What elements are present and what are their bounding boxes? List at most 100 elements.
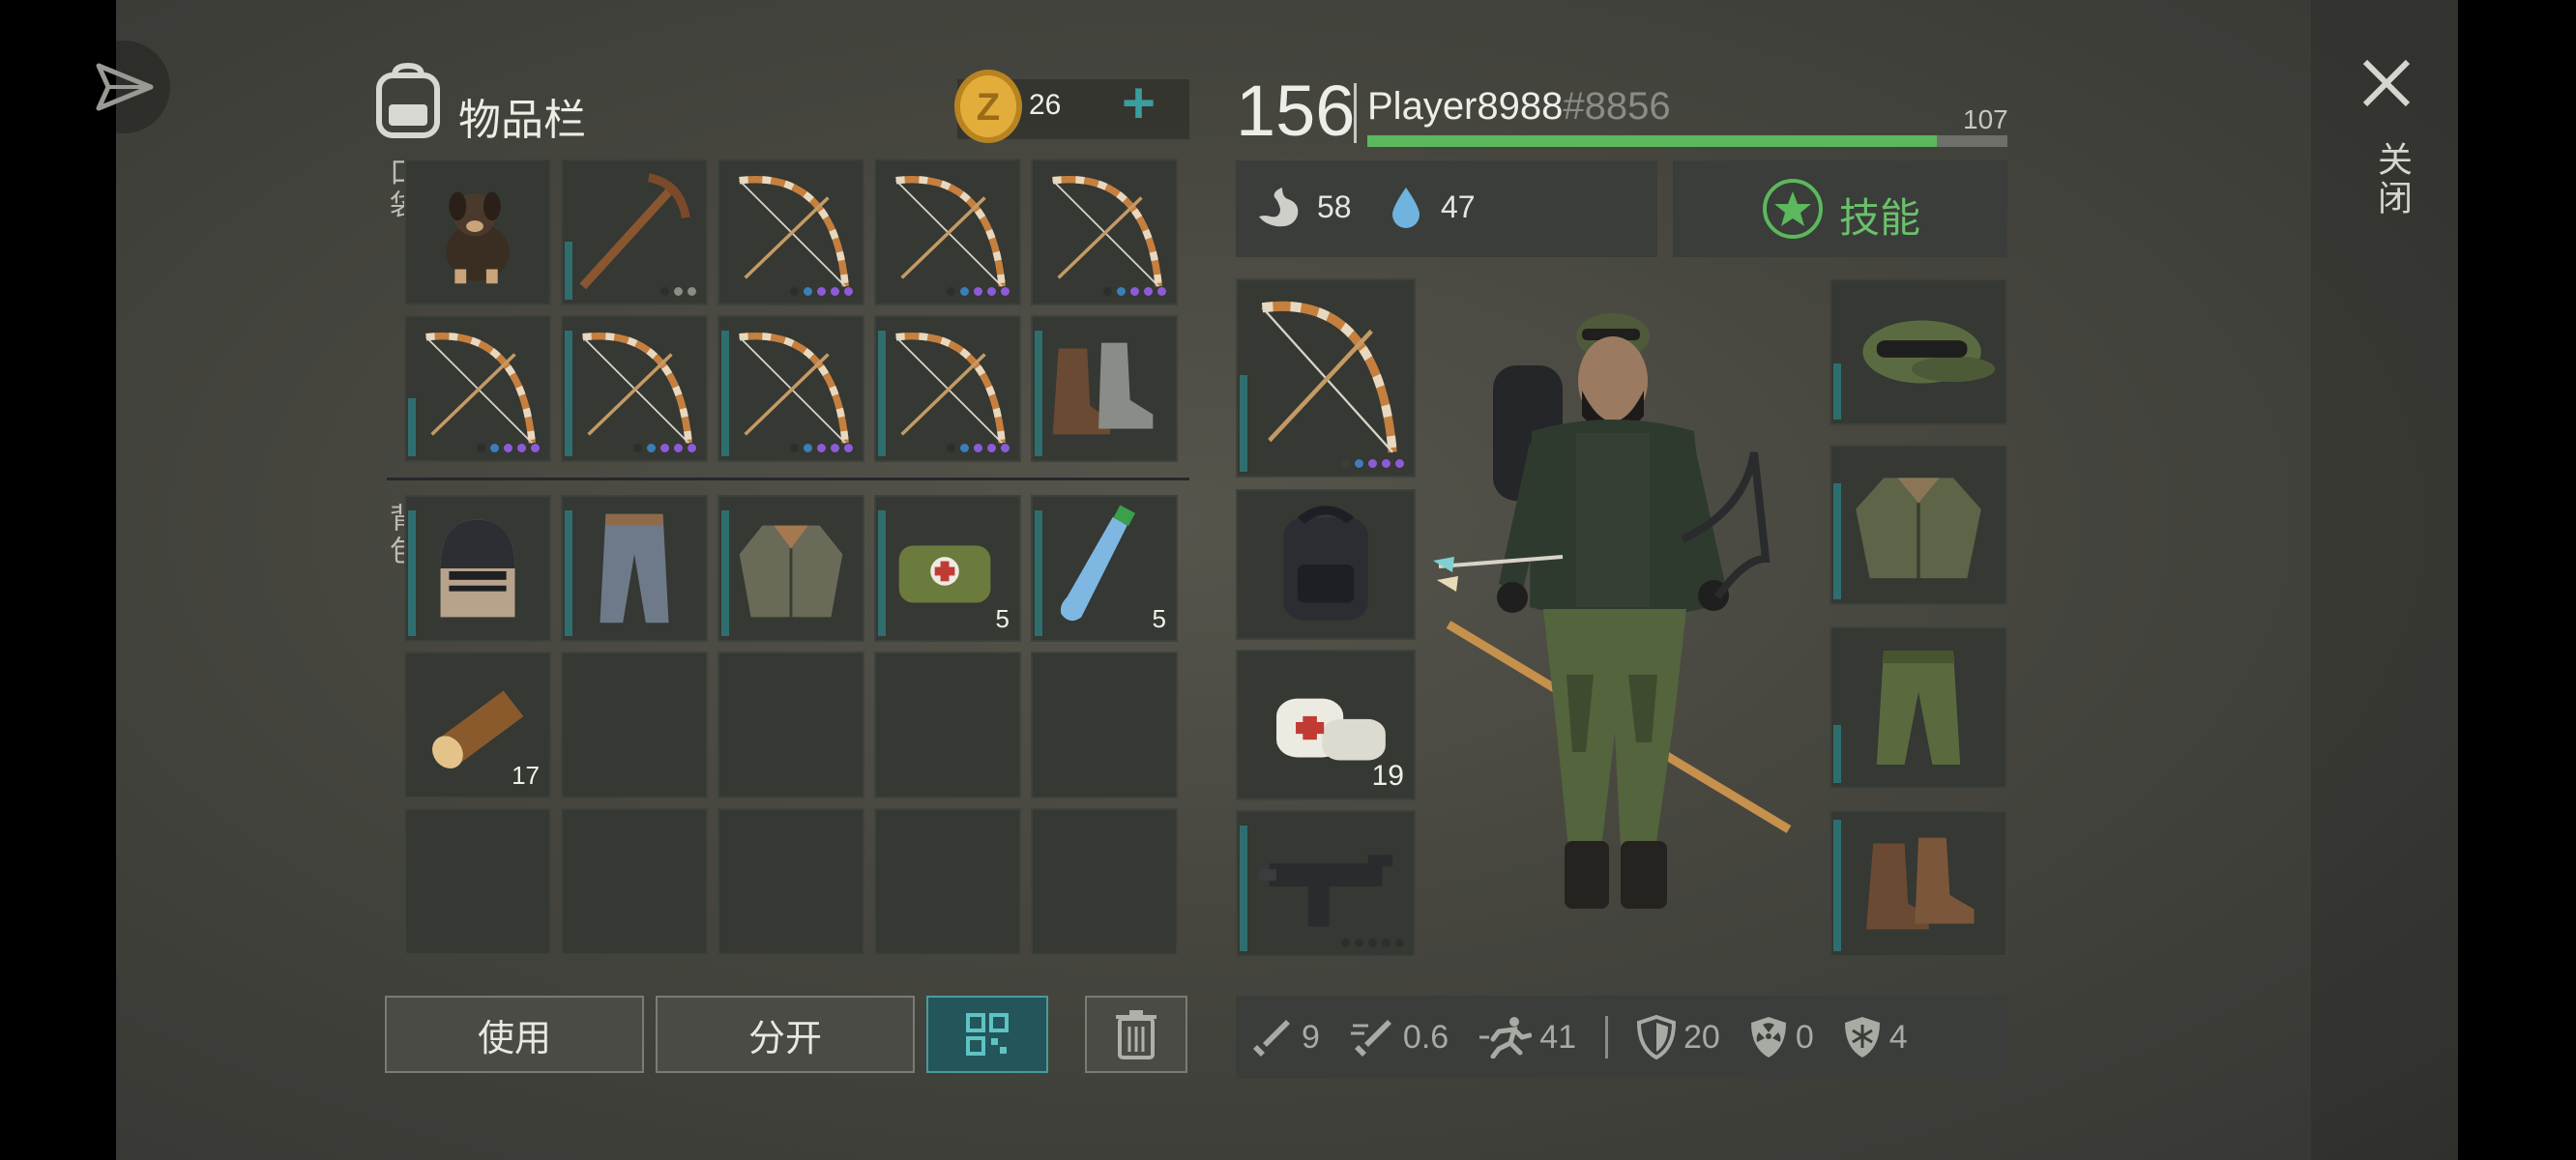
- backpack-slot[interactable]: [561, 495, 708, 642]
- water-drop-icon: [1392, 188, 1420, 228]
- rarity-dot: [647, 444, 656, 452]
- jacket-icon: [1856, 478, 1981, 579]
- backpack-slot[interactable]: [561, 652, 708, 798]
- rarity-dot: [844, 444, 853, 452]
- equip-feet-slot[interactable]: [1830, 810, 2007, 957]
- backpack-slot[interactable]: [404, 808, 551, 955]
- equip-secondary-slot[interactable]: [1236, 810, 1416, 957]
- pocket-slot[interactable]: [561, 159, 708, 305]
- backpack-slot[interactable]: [1031, 652, 1178, 798]
- radiation-value: 0: [1795, 1018, 1814, 1056]
- add-coins-button[interactable]: +: [1122, 70, 1156, 136]
- rarity-dots: [1341, 459, 1404, 468]
- pocket-slot[interactable]: [404, 315, 551, 462]
- bow-icon: [1261, 301, 1397, 453]
- boots-icon: [1052, 342, 1154, 435]
- pocket-slot[interactable]: [1031, 315, 1178, 462]
- helmet-icon: [440, 519, 515, 618]
- bow-icon: [895, 333, 1006, 444]
- rarity-dot: [804, 444, 812, 452]
- backpack-slot[interactable]: 5: [1031, 495, 1178, 642]
- backpack-slot[interactable]: [561, 808, 708, 955]
- pocket-slot[interactable]: [874, 315, 1021, 462]
- rarity-dot: [1001, 444, 1010, 452]
- equip-body-slot[interactable]: [1830, 445, 2007, 605]
- pocket-slot[interactable]: [561, 315, 708, 462]
- backpack-slot[interactable]: [404, 495, 551, 642]
- rarity-dot: [1157, 287, 1166, 296]
- use-button[interactable]: 使用: [385, 996, 644, 1073]
- send-icon: [96, 63, 154, 111]
- close-icon: [2362, 59, 2411, 107]
- rarity-dots: [633, 444, 696, 452]
- rarity-dot: [1103, 287, 1112, 296]
- rarity-dot: [490, 444, 499, 452]
- equip-backpack-slot[interactable]: [1236, 489, 1416, 640]
- close-button[interactable]: 关闭: [2352, 48, 2421, 232]
- skills-button[interactable]: 技能: [1673, 160, 2007, 257]
- pocket-slot[interactable]: [404, 159, 551, 305]
- thirst-value: 47: [1441, 189, 1476, 224]
- backpack-slot[interactable]: [717, 495, 864, 642]
- level-divider: [1354, 83, 1357, 143]
- equip-head-slot[interactable]: [1830, 278, 2007, 425]
- rarity-dots: [790, 444, 853, 452]
- bow-icon: [582, 333, 692, 444]
- rarity-dots: [947, 287, 1010, 296]
- rarity-dot: [987, 444, 996, 452]
- stats-divider: [1605, 1016, 1609, 1058]
- bandage-qty: 19: [1371, 760, 1404, 792]
- backpack-slot[interactable]: [717, 808, 864, 955]
- equip-legs-slot[interactable]: [1830, 626, 2007, 789]
- rarity-dot: [790, 287, 799, 296]
- backpack-slot[interactable]: 17: [404, 652, 551, 798]
- item-qty: 5: [1152, 604, 1166, 633]
- rarity-dot: [1144, 287, 1153, 296]
- bow-icon: [739, 176, 849, 287]
- rarity-dot: [1117, 287, 1126, 296]
- equip-consumable-slot[interactable]: 19: [1236, 650, 1416, 800]
- stomach-icon: [1259, 188, 1299, 227]
- xp-bar: [1367, 135, 2007, 147]
- bow-icon: [425, 333, 536, 444]
- section-divider: [387, 478, 1189, 480]
- backpack-slot[interactable]: [717, 652, 864, 798]
- player-name-row: Player8988#8856: [1367, 85, 1671, 129]
- backpack-slot[interactable]: [874, 808, 1021, 955]
- rarity-dot: [844, 287, 853, 296]
- attack-speed-value: 0.6: [1402, 1018, 1449, 1056]
- backpack-slot[interactable]: 5: [874, 495, 1021, 642]
- backpack-header-icon: [376, 62, 440, 138]
- backpack-slot[interactable]: [874, 652, 1021, 798]
- rarity-dot: [831, 444, 839, 452]
- sword-icon: [1253, 1020, 1290, 1057]
- rarity-dot: [688, 287, 696, 296]
- rarity-dot: [974, 287, 982, 296]
- cap-icon: [1862, 320, 1996, 384]
- rarity-dot: [517, 444, 526, 452]
- equip-weapon-slot[interactable]: [1236, 278, 1416, 478]
- attack-speed-stat: 0.6: [1349, 1016, 1449, 1058]
- backpack-icon: [1283, 506, 1368, 621]
- send-button[interactable]: [77, 41, 170, 133]
- rarity-dots: [660, 287, 696, 296]
- player-level: 156: [1236, 71, 1356, 151]
- swing-sword-icon: [1350, 1020, 1391, 1057]
- pocket-slot[interactable]: [717, 159, 864, 305]
- sort-button[interactable]: [926, 996, 1048, 1073]
- player-name: Player8988: [1367, 85, 1564, 128]
- stats-row: 9 0.6 41 20 0 4: [1251, 1015, 1908, 1059]
- pocket-slot[interactable]: [1031, 159, 1178, 305]
- pocket-slot[interactable]: [874, 159, 1021, 305]
- rarity-dot: [987, 287, 996, 296]
- rarity-dot: [804, 287, 812, 296]
- item-qty: 17: [512, 761, 540, 790]
- pocket-slot[interactable]: [717, 315, 864, 462]
- split-button[interactable]: 分开: [656, 996, 915, 1073]
- backpack-slot[interactable]: [1031, 808, 1178, 955]
- trash-button[interactable]: [1085, 996, 1187, 1073]
- grid-sort-icon: [966, 1013, 1009, 1056]
- boots-icon: [1866, 837, 1975, 930]
- coin-icon: Z: [954, 70, 1022, 143]
- xp-value: 107: [1963, 104, 2008, 134]
